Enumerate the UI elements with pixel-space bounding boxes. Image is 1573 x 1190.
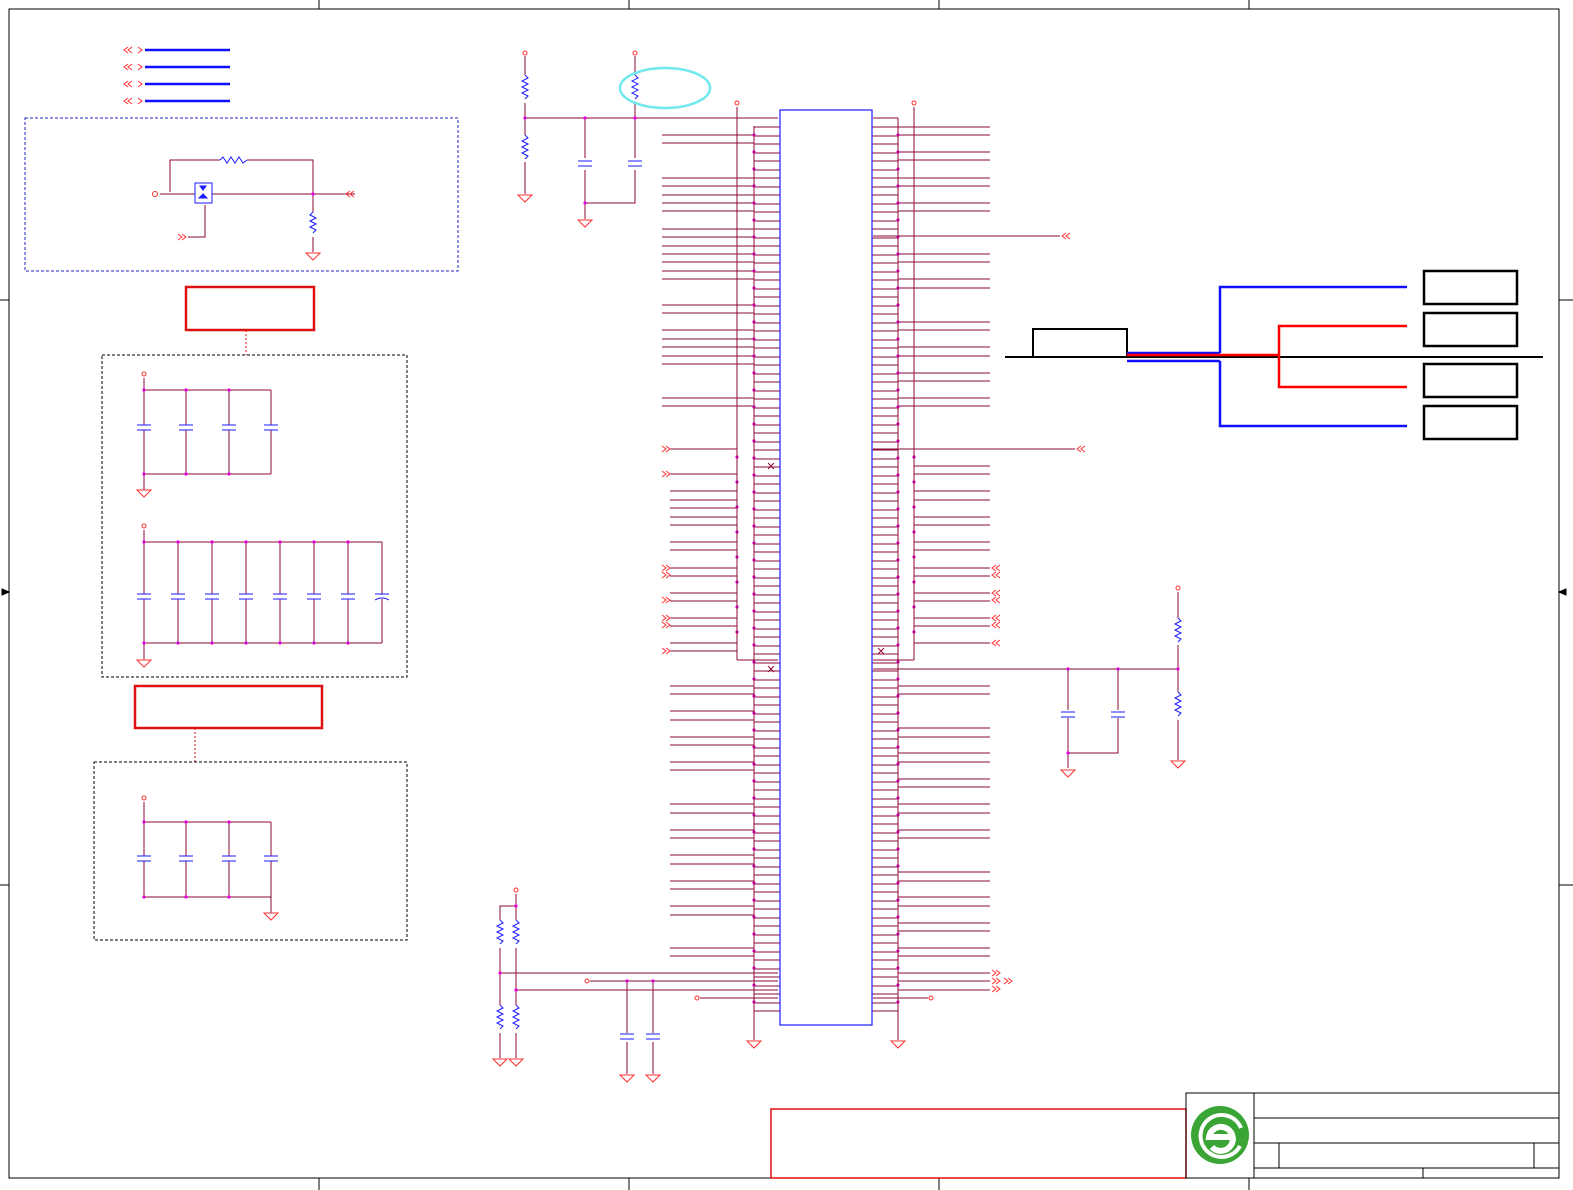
company-logo-icon	[1191, 1106, 1249, 1164]
mosfet-icon	[194, 182, 213, 204]
capacitor-icon	[578, 160, 642, 167]
ground-icon	[745, 1040, 907, 1049]
resistor-icon	[219, 156, 248, 164]
level-shifter-block	[24, 117, 459, 272]
ground-icon	[491, 1058, 662, 1083]
ground-icon	[516, 194, 594, 228]
ground-icon	[304, 252, 322, 261]
right-divider-network	[1059, 585, 1187, 778]
ground-icon	[262, 912, 280, 921]
resistor-icon	[308, 211, 318, 234]
capacitor-icon	[1061, 711, 1125, 718]
note-box-1	[184, 285, 316, 332]
ground-icon	[1059, 760, 1187, 778]
resistor-icon	[630, 74, 640, 100]
resistor-icon	[520, 74, 530, 100]
capacitor-icon	[620, 1033, 660, 1040]
offpage-connectors-top-left	[123, 46, 230, 105]
capacitor-icon	[137, 424, 390, 601]
main-ic	[661, 100, 1178, 1049]
resistor-icon	[520, 134, 530, 160]
capacitor-icon	[137, 855, 278, 862]
note-box-2	[133, 684, 324, 730]
bus-annotation	[1005, 269, 1543, 441]
ic-body	[779, 109, 873, 1026]
decoupling-block-2	[93, 761, 408, 941]
note-box-bottom	[770, 1108, 1187, 1179]
schematic-sheet	[0, 0, 1573, 1190]
top-config-network	[516, 50, 778, 228]
title-block	[1185, 1092, 1560, 1179]
decoupling-block-1	[101, 354, 408, 678]
